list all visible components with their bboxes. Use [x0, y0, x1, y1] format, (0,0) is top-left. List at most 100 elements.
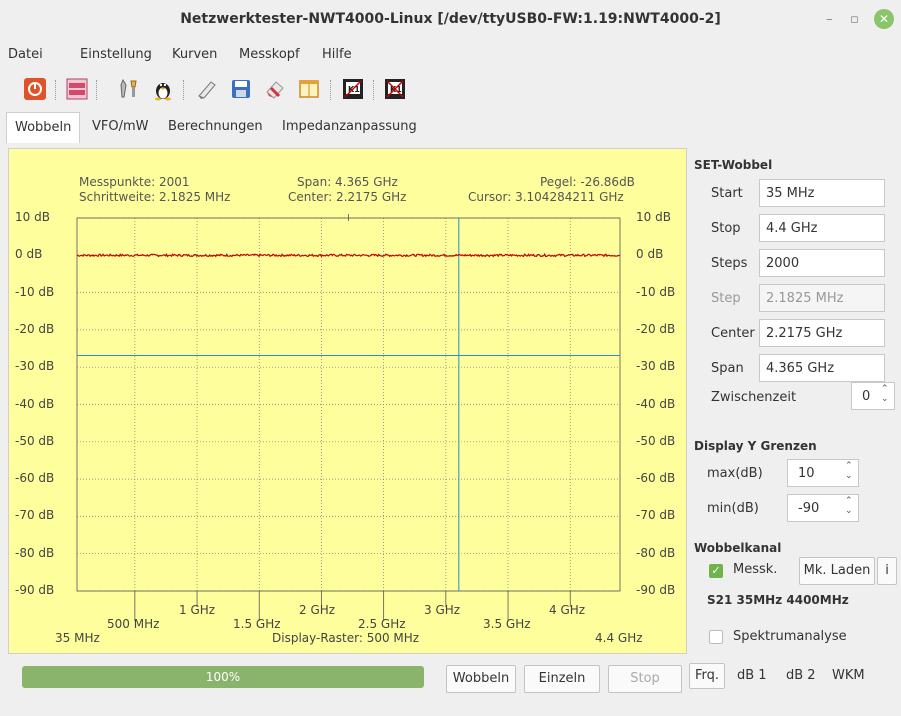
- k1-icon[interactable]: K1: [340, 76, 366, 102]
- y-axis-label-left: -90 dB: [15, 583, 55, 597]
- messk-checkbox[interactable]: ✓: [709, 564, 723, 578]
- zwischenzeit-label: Zwischenzeit: [711, 390, 797, 405]
- y-axis-label-left: -80 dB: [15, 545, 55, 560]
- y-axis-label-right: -80 dB: [636, 545, 676, 560]
- max-db-label: max(dB): [707, 466, 763, 481]
- menu-einstellung[interactable]: Einstellung: [80, 47, 152, 62]
- menu-bar: Datei Einstellung Kurven Messkopf Hilfe: [0, 42, 901, 68]
- stop-label: Stop: [711, 221, 741, 236]
- start-input[interactable]: 35 MHz: [759, 179, 885, 207]
- y-axis-label-right: -30 dB: [636, 359, 676, 374]
- settings-panel: SET-Wobbel Start 35 MHz Stop 4.4 GHz Ste…: [689, 148, 901, 689]
- y-axis-label-right: -50 dB: [636, 433, 676, 448]
- x-tick-label: 3 GHz: [424, 603, 461, 617]
- y-axis-label-right: 0 dB: [636, 247, 664, 262]
- spektrum-checkbox[interactable]: [709, 630, 723, 644]
- spin-arrows-icon[interactable]: ⌃ ⌄: [881, 384, 889, 404]
- y-axis-label-left: -30 dB: [15, 359, 55, 374]
- span-label: Span: [711, 361, 744, 376]
- y-axis-label-left: -50 dB: [15, 433, 55, 448]
- window-title: Netzwerktester-NWT4000-Linux [/dev/ttyUS…: [180, 11, 721, 27]
- center-label: Center: [711, 326, 755, 341]
- x-start-label: 35 MHz: [55, 631, 100, 645]
- x-tick-label: 2.5 GHz: [358, 617, 406, 631]
- wobbeln-button[interactable]: Wobbeln: [446, 665, 516, 693]
- y-axis-label-right: -20 dB: [636, 321, 676, 336]
- y-axis-label-right: -90 dB: [636, 583, 676, 597]
- x-tick-label: 4 GHz: [549, 603, 586, 617]
- tab-berechnungen[interactable]: Berechnungen: [160, 112, 271, 142]
- y-axis-label-left: 0 dB: [15, 247, 43, 262]
- y-axis-label-left: -20 dB: [15, 321, 55, 336]
- window-icon[interactable]: [296, 76, 322, 102]
- eraser-icon[interactable]: [262, 76, 288, 102]
- minimize-button[interactable]: –: [826, 12, 833, 27]
- save-icon[interactable]: [228, 76, 254, 102]
- steps-input[interactable]: 2000: [759, 249, 885, 277]
- y-axis-label-right: -10 dB: [636, 284, 676, 299]
- spin-arrows-icon[interactable]: ⌃ ⌄: [845, 461, 853, 481]
- display-y-title: Display Y Grenzen: [694, 439, 817, 453]
- tab-wkm[interactable]: WKM: [832, 668, 865, 683]
- linux-icon[interactable]: [150, 76, 176, 102]
- center-input[interactable]: 2.2175 GHz: [759, 319, 885, 347]
- sweep-plot[interactable]: Messpunkte: 2001 Schrittweite: 2.1825 MH…: [8, 148, 687, 654]
- y-axis-label-right: 10 dB: [636, 210, 671, 224]
- tab-db1[interactable]: dB 1: [737, 668, 767, 683]
- menu-kurven[interactable]: Kurven: [172, 47, 217, 62]
- k1x-icon[interactable]: K1: [382, 76, 408, 102]
- y-axis-label-right: -70 dB: [636, 508, 676, 523]
- menu-messkopf[interactable]: Messkopf: [239, 47, 300, 62]
- x-end-label: 4.4 GHz: [595, 631, 643, 645]
- display-raster-label: Display-Raster: 500 MHz: [272, 631, 420, 645]
- min-db-label: min(dB): [707, 501, 759, 516]
- mk-laden-button[interactable]: Mk. Laden: [799, 557, 875, 585]
- x-tick-label: 1.5 GHz: [233, 617, 281, 631]
- y-axis-label-right: -60 dB: [636, 471, 676, 486]
- tab-bar: Wobbeln VFO/mW Berechnungen Impedanzanpa…: [0, 112, 901, 144]
- menu-hilfe[interactable]: Hilfe: [322, 47, 352, 62]
- step-input: 2.1825 MHz: [759, 284, 885, 312]
- status-bar: [0, 698, 901, 716]
- einzeln-button[interactable]: Einzeln: [524, 665, 600, 693]
- set-wobbel-title: SET-Wobbel: [694, 158, 773, 172]
- spin-arrows-icon[interactable]: ⌃ ⌄: [845, 496, 853, 516]
- x-tick-label: 2 GHz: [299, 603, 336, 617]
- tab-db2[interactable]: dB 2: [786, 668, 816, 683]
- progress-bar: 100%: [22, 666, 424, 688]
- spektrumanalyse-label: Spektrumanalyse: [733, 629, 847, 644]
- start-label: Start: [711, 186, 743, 201]
- y-axis-label-left: -10 dB: [15, 284, 55, 299]
- open-icon[interactable]: [194, 76, 220, 102]
- messk-label: Messk.: [733, 562, 778, 577]
- step-label: Step: [711, 291, 741, 306]
- sweep-chart: [76, 214, 621, 621]
- menu-datei[interactable]: Datei: [8, 47, 43, 62]
- y-axis-label-right: -40 dB: [636, 396, 676, 411]
- tools-icon[interactable]: [116, 76, 142, 102]
- y-axis-label-left: 10 dB: [15, 210, 50, 224]
- s21-summary: S21 35MHz 4400MHz: [707, 593, 849, 607]
- stop-input[interactable]: 4.4 GHz: [759, 214, 885, 242]
- title-bar: Netzwerktester-NWT4000-Linux [/dev/ttyUS…: [0, 0, 901, 42]
- wobbelkanal-title: Wobbelkanal: [694, 541, 782, 555]
- tab-wobbeln[interactable]: Wobbeln: [6, 112, 81, 143]
- y-axis-label-left: -40 dB: [15, 396, 55, 411]
- power-icon[interactable]: [22, 76, 48, 102]
- maximize-button[interactable]: ▫: [850, 12, 859, 27]
- stop-button: Stop: [608, 665, 682, 693]
- tab-vfo-mw[interactable]: VFO/mW: [84, 112, 157, 142]
- info-button[interactable]: i: [877, 557, 897, 585]
- span-input[interactable]: 4.365 GHz: [759, 354, 885, 382]
- png-bmp-icon[interactable]: [64, 76, 90, 102]
- close-button[interactable]: ✕: [874, 9, 894, 29]
- frq-button[interactable]: Frq.: [689, 663, 725, 689]
- tab-impedanzanpassung[interactable]: Impedanzanpassung: [274, 112, 425, 142]
- x-tick-label: 3.5 GHz: [483, 617, 531, 631]
- x-tick-label: 1 GHz: [179, 603, 216, 617]
- y-axis-label-left: -60 dB: [15, 471, 55, 486]
- steps-label: Steps: [711, 256, 748, 271]
- toolbar: K1 K1: [0, 72, 901, 108]
- x-tick-label: 500 MHz: [107, 617, 160, 631]
- y-axis-label-left: -70 dB: [15, 508, 55, 523]
